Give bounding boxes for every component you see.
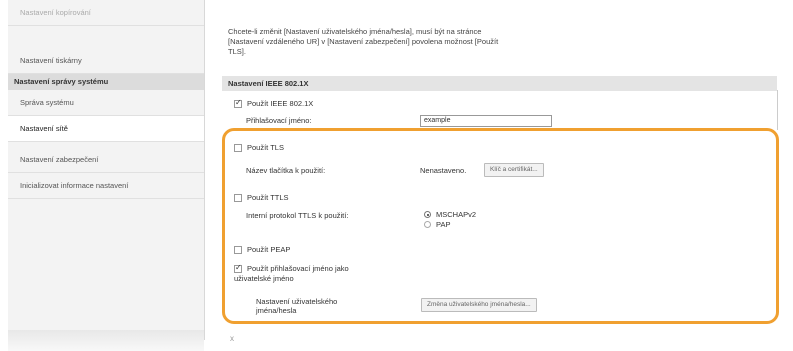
- key-cert-button[interactable]: Klíč a certifikát...: [484, 163, 544, 177]
- sidebar-item-label: Nastavení sítě: [20, 124, 68, 133]
- sidebar-item-label: Správa systému: [20, 98, 74, 107]
- sidebar-bottom: [8, 330, 204, 351]
- description-line-3: TLS].: [228, 47, 246, 56]
- mschapv2-radio[interactable]: [424, 211, 431, 218]
- sidebar-section-system-management: Nastavení správy systému: [8, 74, 204, 90]
- sidebar-item-label: Nastavení kopírování: [20, 8, 91, 17]
- use-ieee-checkbox-row[interactable]: Použít IEEE 802.1X: [234, 98, 314, 108]
- use-login-as-user-checkbox-row[interactable]: Použít přihlašovací jméno jako: [234, 263, 349, 273]
- use-login-as-user-label-2: uživatelské jméno: [234, 274, 294, 283]
- divider: [777, 90, 778, 130]
- use-tls-checkbox-row[interactable]: Použít TLS: [234, 143, 284, 152]
- use-ttls-checkbox-row[interactable]: Použít TTLS: [234, 193, 289, 202]
- ttls-option-mschapv2-row[interactable]: MSCHAPv2: [424, 210, 476, 219]
- pap-label: PAP: [436, 220, 451, 229]
- highlight-frame: [222, 128, 779, 324]
- pap-radio[interactable]: [424, 221, 431, 228]
- sidebar-item-network-settings[interactable]: Nastavení sítě: [8, 116, 204, 142]
- login-name-input[interactable]: example: [420, 115, 552, 127]
- use-peap-checkbox-row[interactable]: Použít PEAP: [234, 245, 290, 254]
- sidebar-item-system-management[interactable]: Správa systému: [8, 90, 204, 116]
- mschapv2-label: MSCHAPv2: [436, 210, 477, 219]
- user-settings-label-1: Nastavení uživatelského: [256, 297, 338, 306]
- description-line-1: Chcete-li změnit [Nastavení uživatelskéh…: [228, 27, 482, 36]
- sidebar-item-printer-settings[interactable]: Nastavení tiskárny: [8, 48, 204, 74]
- ttls-option-pap-row[interactable]: PAP: [424, 220, 450, 229]
- key-name-label: Název tlačítka k použití:: [246, 166, 326, 175]
- use-ieee-checkbox[interactable]: [234, 98, 242, 108]
- sidebar: Nastavení kopírování Nastavení tiskárny …: [8, 0, 205, 340]
- key-name-value: Nenastaveno.: [420, 166, 467, 175]
- ttls-protocol-label: Interní protokol TTLS k použití:: [246, 211, 349, 220]
- sidebar-item-label: Inicializovat informace nastavení: [20, 181, 129, 190]
- use-ttls-label: Použít TTLS: [247, 193, 289, 202]
- use-ieee-label: Použít IEEE 802.1X: [247, 99, 314, 108]
- sidebar-item-copy-settings[interactable]: Nastavení kopírování: [8, 0, 204, 26]
- sidebar-item-initialize-settings[interactable]: Inicializovat informace nastavení: [8, 173, 204, 199]
- sidebar-item-security-settings[interactable]: Nastavení zabezpečení: [8, 147, 204, 173]
- sidebar-item-label: Nastavení zabezpečení: [20, 155, 99, 164]
- use-tls-checkbox[interactable]: [234, 143, 242, 152]
- footer-mark: x: [230, 334, 234, 343]
- user-settings-label-2: jména/hesla: [256, 306, 297, 315]
- use-tls-label: Použít TLS: [247, 143, 284, 152]
- use-login-as-user-label-1: Použít přihlašovací jméno jako: [247, 264, 349, 273]
- change-user-password-button[interactable]: Změna uživatelského jména/hesla...: [421, 298, 537, 312]
- sidebar-item-label: Nastavení tiskárny: [20, 56, 82, 65]
- login-name-label: Přihlašovací jméno:: [246, 116, 312, 125]
- description-line-2: [Nastavení vzdáleného UR] v [Nastavení z…: [228, 37, 499, 46]
- use-peap-checkbox[interactable]: [234, 245, 242, 254]
- use-ttls-checkbox[interactable]: [234, 193, 242, 202]
- use-login-as-user-checkbox[interactable]: [234, 263, 242, 273]
- use-peap-label: Použít PEAP: [247, 245, 291, 254]
- section-title-ieee8021x: Nastavení IEEE 802.1X: [222, 76, 777, 91]
